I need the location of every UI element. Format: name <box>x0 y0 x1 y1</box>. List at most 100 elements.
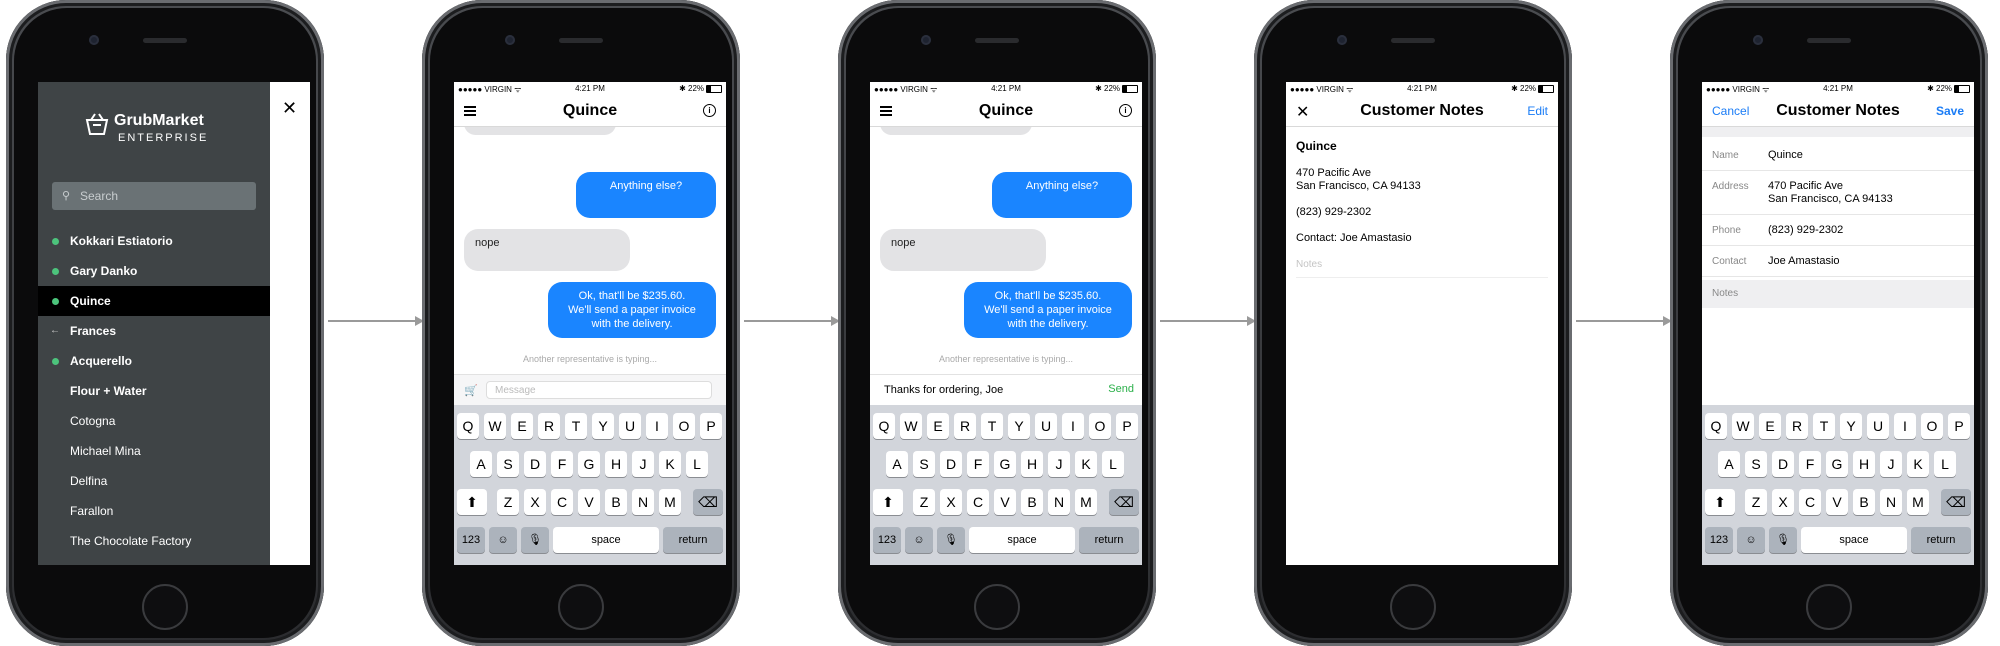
numbers-key[interactable]: 123 <box>1705 527 1733 553</box>
emoji-key[interactable]: ☺ <box>1737 527 1765 553</box>
key-y[interactable]: Y <box>592 413 614 439</box>
key-l[interactable]: L <box>686 451 708 477</box>
key-w[interactable]: W <box>1732 413 1754 439</box>
info-icon[interactable]: i <box>1119 104 1132 117</box>
key-t[interactable]: T <box>565 413 587 439</box>
sidebar-item-cotogna[interactable]: Cotogna <box>38 406 270 436</box>
key-a[interactable]: A <box>1718 451 1740 477</box>
key-d[interactable]: D <box>524 451 546 477</box>
shift-key[interactable]: ⬆ <box>1705 489 1735 515</box>
key-y[interactable]: Y <box>1008 413 1030 439</box>
key-j[interactable]: J <box>632 451 654 477</box>
key-d[interactable]: D <box>940 451 962 477</box>
sidebar-item-acquerello[interactable]: Acquerello <box>38 346 270 376</box>
key-c[interactable]: C <box>1799 489 1821 515</box>
emoji-key[interactable]: ☺ <box>905 527 933 553</box>
sidebar-item-michael-mina[interactable]: Michael Mina <box>38 436 270 466</box>
key-e[interactable]: E <box>511 413 533 439</box>
sidebar-item-chocolate-factory[interactable]: The Chocolate Factory <box>38 526 270 556</box>
info-icon[interactable]: i <box>703 104 716 117</box>
delete-key[interactable]: ⌫ <box>693 489 723 515</box>
microphone-icon[interactable]: 🎙 <box>521 527 549 553</box>
key-c[interactable]: C <box>967 489 989 515</box>
key-x[interactable]: X <box>524 489 546 515</box>
key-o[interactable]: O <box>1921 413 1943 439</box>
key-p[interactable]: P <box>1116 413 1138 439</box>
name-field[interactable]: Name Quince <box>1702 140 1974 171</box>
sidebar-item-farallon[interactable]: Farallon <box>38 496 270 526</box>
key-i[interactable]: I <box>1894 413 1916 439</box>
phone-field[interactable]: Phone (823) 929-2302 <box>1702 215 1974 246</box>
key-q[interactable]: Q <box>1705 413 1727 439</box>
send-button[interactable]: Send <box>1108 383 1134 395</box>
numbers-key[interactable]: 123 <box>873 527 901 553</box>
key-j[interactable]: J <box>1880 451 1902 477</box>
address-field[interactable]: Address 470 Pacific Ave San Francisco, CA … <box>1702 171 1974 215</box>
key-y[interactable]: Y <box>1840 413 1862 439</box>
key-i[interactable]: I <box>1062 413 1084 439</box>
space-key[interactable]: space <box>553 527 659 553</box>
key-b[interactable]: B <box>1021 489 1043 515</box>
key-m[interactable]: M <box>1075 489 1097 515</box>
key-v[interactable]: V <box>994 489 1016 515</box>
shift-key[interactable]: ⬆ <box>873 489 903 515</box>
key-i[interactable]: I <box>646 413 668 439</box>
key-w[interactable]: W <box>900 413 922 439</box>
key-p[interactable]: P <box>1948 413 1970 439</box>
shift-key[interactable]: ⬆ <box>457 489 487 515</box>
key-n[interactable]: N <box>1048 489 1070 515</box>
key-a[interactable]: A <box>886 451 908 477</box>
key-l[interactable]: L <box>1934 451 1956 477</box>
key-g[interactable]: G <box>994 451 1016 477</box>
key-z[interactable]: Z <box>1745 489 1767 515</box>
key-o[interactable]: O <box>673 413 695 439</box>
key-n[interactable]: N <box>1880 489 1902 515</box>
key-h[interactable]: H <box>1853 451 1875 477</box>
edit-button[interactable]: Edit <box>1527 104 1548 118</box>
message-input[interactable]: Message <box>486 381 712 399</box>
delete-key[interactable]: ⌫ <box>1941 489 1971 515</box>
key-k[interactable]: K <box>1907 451 1929 477</box>
return-key[interactable]: return <box>1911 527 1971 553</box>
key-z[interactable]: Z <box>497 489 519 515</box>
key-h[interactable]: H <box>605 451 627 477</box>
key-r[interactable]: R <box>538 413 560 439</box>
key-t[interactable]: T <box>1813 413 1835 439</box>
key-f[interactable]: F <box>551 451 573 477</box>
key-p[interactable]: P <box>700 413 722 439</box>
key-g[interactable]: G <box>578 451 600 477</box>
key-b[interactable]: B <box>605 489 627 515</box>
key-m[interactable]: M <box>659 489 681 515</box>
space-key[interactable]: space <box>969 527 1075 553</box>
delete-key[interactable]: ⌫ <box>1109 489 1139 515</box>
sidebar-item-frances[interactable]: ← Frances <box>38 316 270 346</box>
sidebar-item-kokkari[interactable]: Kokkari Estiatorio <box>38 226 270 256</box>
key-m[interactable]: M <box>1907 489 1929 515</box>
key-f[interactable]: F <box>967 451 989 477</box>
sidebar-item-delfina[interactable]: Delfina <box>38 466 270 496</box>
key-j[interactable]: J <box>1048 451 1070 477</box>
return-key[interactable]: return <box>663 527 723 553</box>
key-z[interactable]: Z <box>913 489 935 515</box>
key-k[interactable]: K <box>1075 451 1097 477</box>
key-e[interactable]: E <box>1759 413 1781 439</box>
message-input[interactable]: Thanks for ordering, Joe <box>876 381 1096 399</box>
search-input[interactable]: ⚲ Search <box>52 182 256 210</box>
notes-field[interactable]: Notes <box>1296 258 1548 278</box>
save-button[interactable]: Save <box>1936 104 1964 118</box>
key-q[interactable]: Q <box>457 413 479 439</box>
space-key[interactable]: space <box>1801 527 1907 553</box>
key-g[interactable]: G <box>1826 451 1848 477</box>
key-s[interactable]: S <box>913 451 935 477</box>
key-u[interactable]: U <box>1035 413 1057 439</box>
key-c[interactable]: C <box>551 489 573 515</box>
sidebar-item-quince[interactable]: Quince <box>38 286 270 316</box>
return-key[interactable]: return <box>1079 527 1139 553</box>
sidebar-item-gary-danko[interactable]: Gary Danko <box>38 256 270 286</box>
key-s[interactable]: S <box>1745 451 1767 477</box>
microphone-icon[interactable]: 🎙 <box>1769 527 1797 553</box>
key-r[interactable]: R <box>1786 413 1808 439</box>
key-d[interactable]: D <box>1772 451 1794 477</box>
key-w[interactable]: W <box>484 413 506 439</box>
sidebar-item-flour-water[interactable]: Flour + Water <box>38 376 270 406</box>
